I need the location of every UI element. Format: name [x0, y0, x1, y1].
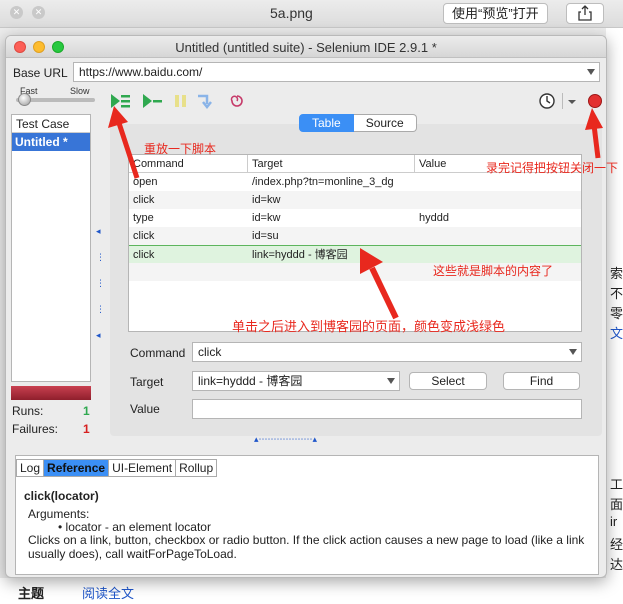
annotation-arrow-record: [585, 108, 603, 159]
annotation-arrow-row: [360, 248, 399, 320]
annotation-arrow-replay: [108, 106, 140, 179]
annotation-arrows: [108, 106, 603, 320]
